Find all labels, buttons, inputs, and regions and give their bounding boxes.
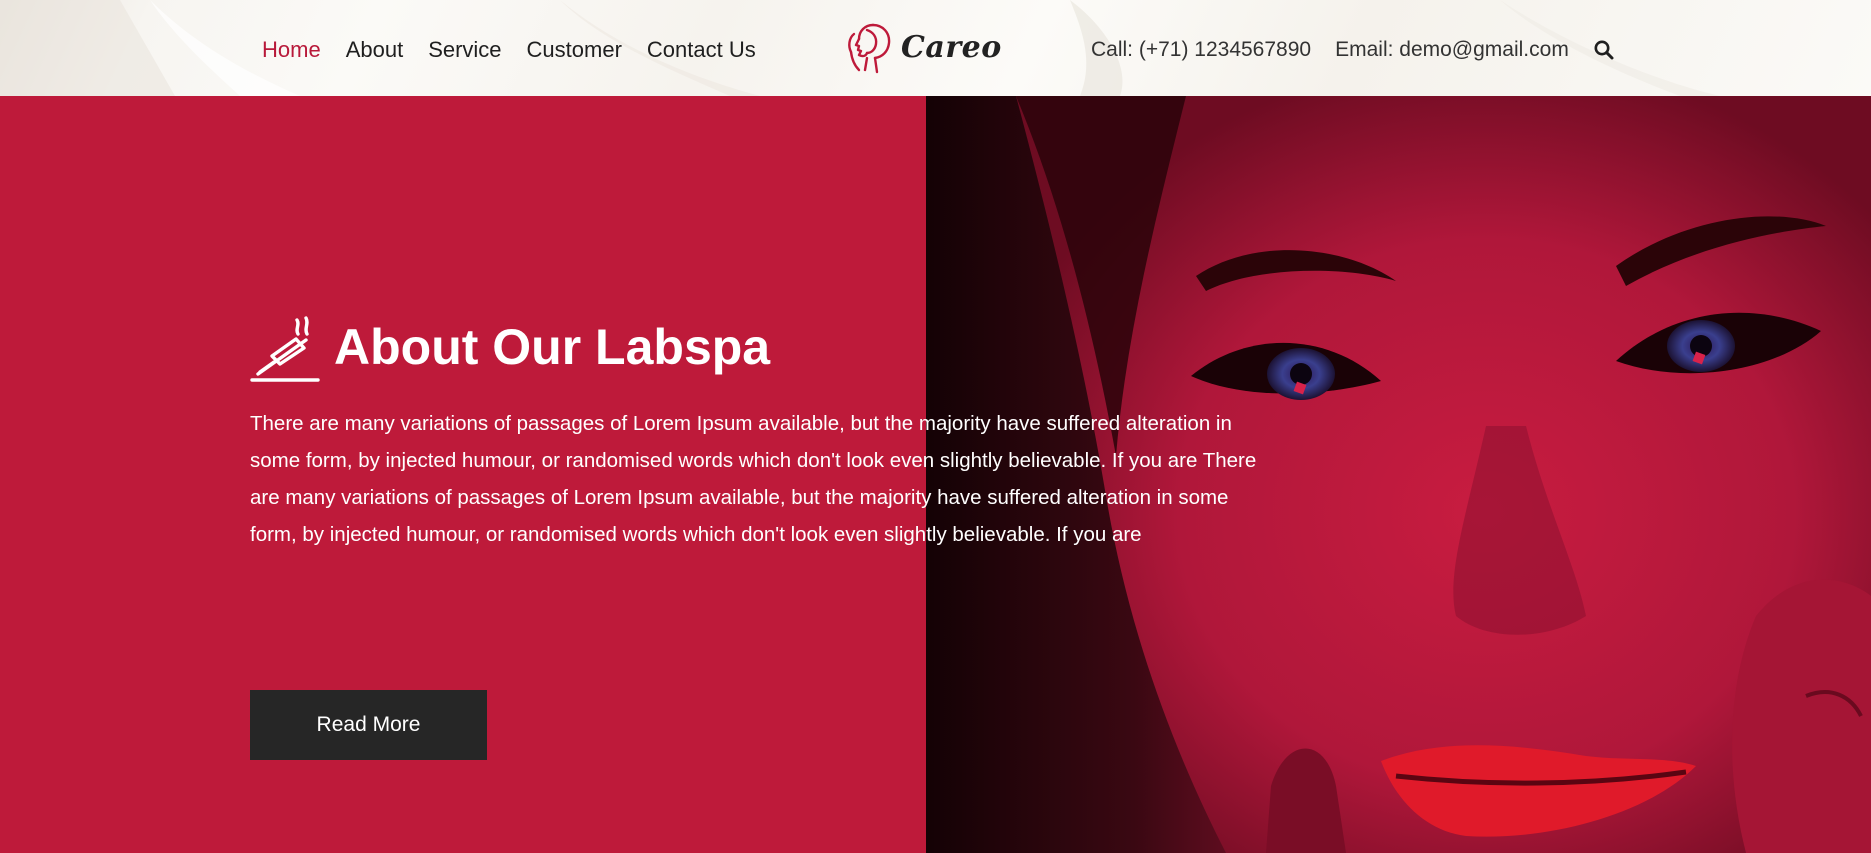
about-title: About Our Labspa: [334, 319, 771, 375]
main-navigation: Home About Service Customer Contact Us: [262, 36, 781, 64]
read-more-button[interactable]: Read More: [250, 690, 487, 760]
incense-stick-icon: [250, 316, 320, 382]
nav-item-about[interactable]: About: [346, 36, 404, 64]
about-content: About Our Labspa There are many variatio…: [250, 311, 1280, 760]
nav-item-customer[interactable]: Customer: [527, 36, 622, 64]
logo-text: Careo: [901, 29, 1002, 65]
email-address[interactable]: Email: demo@gmail.com: [1335, 36, 1569, 64]
contact-info: Call: (+71) 1234567890 Email: demo@gmail…: [1091, 36, 1615, 64]
nav-item-home[interactable]: Home: [262, 36, 321, 64]
search-icon[interactable]: [1593, 39, 1615, 61]
nav-item-contact-us[interactable]: Contact Us: [647, 36, 756, 64]
site-logo[interactable]: Careo: [843, 20, 1002, 74]
about-title-row: About Our Labspa: [250, 311, 1280, 383]
phone-number[interactable]: Call: (+71) 1234567890: [1091, 36, 1311, 64]
nav-item-service[interactable]: Service: [428, 36, 501, 64]
woman-face-logo-icon: [848, 23, 891, 74]
site-header: Home About Service Customer Contact Us C…: [0, 0, 1871, 96]
about-description: There are many variations of passages of…: [250, 412, 1257, 546]
about-hero-section: About Our Labspa There are many variatio…: [0, 96, 1871, 853]
